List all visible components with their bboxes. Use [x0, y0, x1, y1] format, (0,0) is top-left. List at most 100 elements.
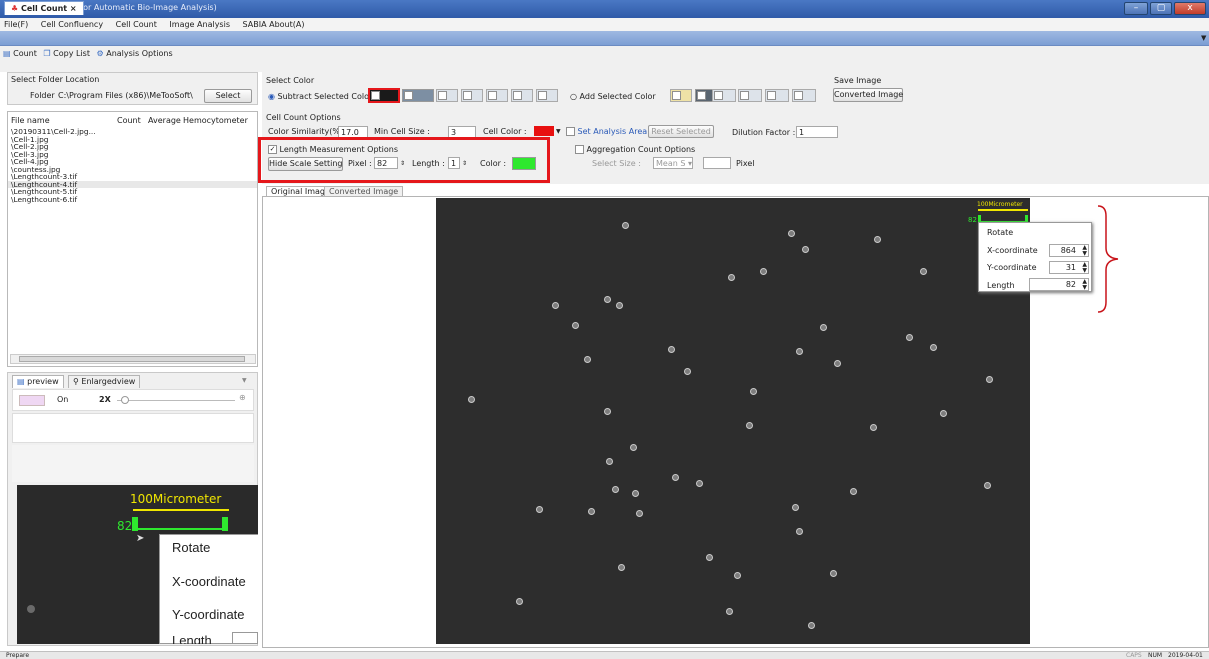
thumb-menu-rotate[interactable]: Rotate [172, 540, 210, 555]
col-hemocytometer[interactable]: Hemocytometer [183, 115, 248, 127]
length-overlay-value: 82 [1065, 280, 1076, 289]
close-button[interactable]: x [1174, 2, 1206, 15]
cell-color-swatch[interactable] [534, 126, 554, 136]
thumb-menu-y[interactable]: Y-coordinate [172, 607, 245, 622]
y-coordinate-label: Y-coordinate [987, 263, 1037, 272]
cell-blob [616, 302, 623, 309]
cell-blob [618, 564, 625, 571]
tab-converted-image[interactable]: Converted Image [324, 186, 404, 196]
spinner-arrows-icon[interactable]: ▲ ▼ [1082, 262, 1087, 274]
thumb-context-menu: Rotate X-coordinate Y-coordinate Length [159, 534, 258, 644]
toggle-label: On [57, 395, 69, 404]
subtract-swatch-1[interactable] [368, 88, 400, 103]
cell-count-options-title: Cell Count Options [266, 113, 341, 122]
menu-file[interactable]: File(F) [4, 18, 28, 31]
aggregation-mode-select[interactable]: Mean S ▾ [653, 157, 693, 169]
spinner-arrows-icon[interactable]: ▲ ▼ [1082, 279, 1087, 291]
zoom-in-icon[interactable]: ⊕ [239, 393, 246, 402]
cell-blob [516, 598, 523, 605]
count-icon: ▤ [3, 49, 11, 58]
preview-dropdown-icon[interactable]: ▼ [242, 377, 247, 384]
zoom-slider-track[interactable] [117, 400, 235, 401]
x-coordinate-spinner[interactable]: 864 ▲ ▼ [1049, 244, 1089, 257]
scrollbar-thumb[interactable] [19, 356, 245, 362]
aggregation-checkbox[interactable]: Aggregation Count Options [575, 144, 695, 156]
select-folder-button[interactable]: Select [204, 89, 252, 103]
menu-about[interactable]: SABIA About(A) [243, 18, 305, 31]
count-button[interactable]: ▤ Count [3, 48, 37, 60]
magnifier-icon: ⚲ [73, 377, 79, 386]
add-swatch-3[interactable] [712, 89, 736, 102]
swatch-checkbox [794, 91, 803, 100]
tab-preview[interactable]: ▤ preview [12, 375, 64, 388]
dilution-factor-input[interactable]: 1 [796, 126, 838, 138]
y-coordinate-spinner[interactable]: 31 ▲ ▼ [1049, 261, 1089, 274]
col-count[interactable]: Count [117, 115, 141, 127]
length-overlay-spinner[interactable]: 82 ▲ ▼ [1029, 278, 1089, 291]
file-list: File name Count Average Hemocytometer \2… [7, 111, 258, 367]
cell-blob [672, 474, 679, 481]
swatch-checkbox [404, 91, 413, 100]
menu-cell-confluency[interactable]: Cell Confluency [41, 18, 103, 31]
cell-blob [632, 490, 639, 497]
thumb-menu-x[interactable]: X-coordinate [172, 574, 246, 589]
cell-blob [796, 528, 803, 535]
converted-image-button[interactable]: Converted Image [833, 88, 903, 102]
copy-list-label: Copy List [53, 49, 90, 58]
menu-cell-count[interactable]: Cell Count [116, 18, 157, 31]
cell-blob [940, 410, 947, 417]
analysis-options-button[interactable]: ⚙ Analysis Options [97, 48, 173, 60]
add-swatch-5[interactable] [765, 89, 789, 102]
length-overlay-label: Length [987, 281, 1015, 290]
cell-color-dropdown-icon[interactable]: ▼ [556, 126, 561, 138]
file-item[interactable]: \Lengthcount-6.tif [8, 195, 257, 204]
subtract-swatch-7[interactable] [536, 89, 558, 102]
spinner-arrows-icon[interactable]: ▲ ▼ [1082, 245, 1087, 257]
aggregation-size-input[interactable] [703, 157, 731, 169]
subtract-swatch-6[interactable] [511, 89, 533, 102]
swatch-checkbox [513, 91, 522, 100]
col-average[interactable]: Average [148, 115, 181, 127]
copy-list-button[interactable]: ❐ Copy List [43, 48, 90, 60]
cell-blob [588, 508, 595, 515]
add-swatch-4[interactable] [738, 89, 762, 102]
add-swatch-6[interactable] [792, 89, 816, 102]
folder-path: C:\Program Files (x86)\MeTooSoft\ [58, 91, 193, 100]
tab-cell-count[interactable]: ♣ Cell Count × [4, 1, 84, 15]
subtract-swatch-2[interactable] [402, 89, 434, 102]
tab-enlarged-view[interactable]: ⚲ Enlargedview [68, 375, 141, 388]
set-analysis-area-checkbox[interactable]: Set Analysis Area [566, 126, 647, 138]
add-color-radio[interactable]: ○ Add Selected Color [570, 91, 656, 103]
thumb-length-field[interactable] [232, 632, 258, 644]
microscopy-image[interactable] [436, 198, 1030, 644]
cell-blob [606, 458, 613, 465]
reset-selected-button[interactable]: Reset Selected [648, 125, 714, 138]
thumb-menu-length[interactable]: Length [172, 633, 212, 644]
zoom-slider-handle[interactable] [121, 396, 129, 404]
add-swatch-1[interactable] [670, 89, 692, 102]
file-list-hscrollbar[interactable] [10, 354, 256, 364]
toggle-switch[interactable] [19, 395, 45, 406]
subtract-swatch-5[interactable] [486, 89, 508, 102]
copy-icon: ❐ [43, 49, 51, 58]
subtract-swatch-4[interactable] [461, 89, 483, 102]
cell-blob [930, 344, 937, 351]
col-file-name[interactable]: File name [11, 115, 50, 127]
folder-section-title: Select Folder Location [11, 75, 100, 84]
cell-blob [788, 230, 795, 237]
tab-preview-label: preview [27, 377, 59, 386]
subtract-swatch-3[interactable] [436, 89, 458, 102]
caps-indicator: CAPS [1126, 652, 1142, 659]
save-image-title: Save Image [834, 76, 882, 85]
cell-blob [984, 482, 991, 489]
maximize-button[interactable]: ▢ [1150, 2, 1172, 15]
cell-blob [726, 608, 733, 615]
tab-dropdown-icon[interactable]: ▼ [1201, 34, 1206, 42]
subtract-color-radio[interactable]: ◉ Subtract Selected Color [268, 91, 372, 103]
menu-rotate[interactable]: Rotate [987, 227, 1013, 239]
cell-blob [604, 408, 611, 415]
menu-image-analysis[interactable]: Image Analysis [169, 18, 230, 31]
folder-panel: Select Folder Location Folder C:\Program… [7, 72, 258, 105]
enlarged-view-image[interactable]: 100Micrometer 82 ➤ Rotate X-coordinate Y… [17, 485, 258, 644]
minimize-button[interactable]: – [1124, 2, 1148, 15]
